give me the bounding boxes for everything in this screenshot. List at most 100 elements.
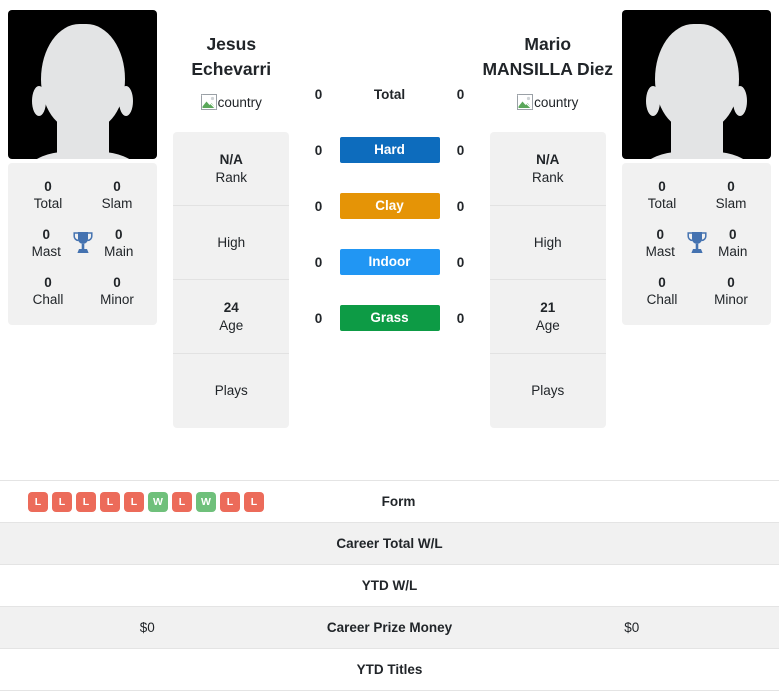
trophy-icon [72, 232, 93, 253]
right-rank-label: Rank [531, 169, 564, 185]
right-country-alt-text: country [534, 94, 579, 110]
right-titles-mast-value: 0 [656, 226, 664, 242]
right-titles-row-3: 0 Chall 0 Minor [622, 267, 771, 315]
surface-left-value-grass: 0 [314, 310, 323, 326]
left-titles-main-value: 0 [114, 226, 123, 242]
form-badge-l[interactable]: L [220, 491, 240, 512]
left-high-label: High [217, 234, 246, 250]
surface-row-grass: 0 Grass 0 [306, 290, 474, 346]
form-badge-l[interactable]: L [76, 491, 96, 512]
surface-right-value-hard: 0 [456, 142, 465, 158]
right-titles-slam-label: Slam [715, 195, 747, 211]
right-titles-total-value: 0 [658, 178, 666, 194]
left-titles-row-2: 0 Mast 0 Main [8, 219, 157, 267]
right-age-label: Age [535, 317, 560, 333]
right-info-panel: N/A Rank High 21 Age Plays [489, 132, 606, 428]
left-form-badges: LLLLLWLWLL [28, 491, 294, 512]
right-rank-cell: N/A Rank [489, 132, 606, 206]
table-label-ytd-titles: YTD Titles [356, 662, 423, 677]
surface-badge-grass[interactable]: Grass [339, 305, 440, 331]
broken-image-icon [517, 94, 534, 110]
right-plays-cell: Plays [490, 354, 606, 428]
left-player-last-name: Echevarri [191, 59, 272, 79]
form-badge-w[interactable]: W [196, 491, 216, 512]
left-titles-chall-value: 0 [44, 274, 52, 290]
right-value-career-prize-money: $0 [624, 620, 640, 635]
avatar-ear-left-shape [32, 86, 46, 116]
right-high-cell: High [489, 206, 606, 280]
surface-left-value-hard: 0 [314, 142, 323, 158]
surface-badge-hard[interactable]: Hard [339, 137, 440, 163]
right-age-value: 21 [540, 299, 556, 315]
left-rank-label: Rank [215, 169, 247, 185]
table-label-form: Form [381, 494, 416, 509]
left-titles-total-value: 0 [44, 178, 52, 194]
right-titles-grid: 0 Total 0 Slam 0 Mast 0 Main 0 Chall 0 M… [622, 163, 771, 325]
form-badge-w[interactable]: W [148, 491, 168, 512]
surface-left-value-total: 0 [314, 86, 323, 102]
right-titles-minor: 0 Minor [705, 274, 757, 309]
table-row-ytd-w-l: YTD W/L [0, 565, 779, 607]
left-player-avatar [8, 10, 157, 159]
table-label-ytd-w-l: YTD W/L [361, 578, 418, 593]
right-titles-minor-value: 0 [727, 274, 735, 290]
right-player-last-name: MANSILLA Diez [482, 59, 614, 79]
surface-row-total: 0 Total 0 [306, 66, 474, 122]
left-titles-minor-label: Minor [100, 291, 134, 307]
left-titles-grid: 0 Total 0 Slam 0 Mast 0 Main 0 Chall 0 M… [8, 163, 157, 325]
right-player-avatar [622, 10, 771, 159]
left-country-flag-broken: country [200, 94, 262, 110]
form-badge-l[interactable]: L [244, 491, 264, 512]
right-titles-main-value: 0 [728, 226, 737, 242]
avatar-ear-right-shape [119, 86, 133, 116]
surface-comparison-column: 0 Total 0 0 Hard 0 0 Clay 0 0 Indoor 0 0 Grass 0 [306, 10, 474, 346]
left-high-cell: High [173, 206, 290, 280]
left-player-photo-card[interactable]: Jesus Echevarri [8, 10, 157, 159]
right-titles-slam-value: 0 [727, 178, 735, 194]
broken-image-icon [200, 94, 217, 110]
right-high-label: High [533, 234, 562, 250]
surface-left-value-clay: 0 [314, 198, 323, 214]
form-badge-l[interactable]: L [28, 491, 48, 512]
surface-badge-clay[interactable]: Clay [339, 193, 440, 219]
right-player-column: Mario MANSILLA Diez 0 Total 0 Slam 0 [622, 10, 771, 325]
left-rank-value: N/A [219, 151, 243, 167]
right-titles-total-label: Total [647, 195, 677, 211]
right-player-first-name: Mario [524, 34, 572, 54]
left-titles-minor: 0 Minor [91, 274, 143, 309]
right-titles-minor-label: Minor [714, 291, 748, 307]
left-titles-chall: 0 Chall [22, 274, 74, 309]
comparison-header: Jesus Echevarri 0 Total 0 Slam 0 [0, 0, 779, 480]
surface-right-value-total: 0 [456, 86, 465, 102]
left-titles-mast-label: Mast [31, 243, 61, 259]
left-plays-cell: Plays [173, 354, 289, 428]
right-age-cell: 21 Age [489, 280, 606, 354]
form-badge-l[interactable]: L [100, 491, 120, 512]
table-row-career-total-w-l: Career Total W/L [0, 523, 779, 565]
right-player-name: Mario MANSILLA Diez [482, 32, 613, 82]
right-titles-total: 0 Total [636, 178, 688, 213]
table-label-career-prize-money: Career Prize Money [326, 620, 453, 635]
left-titles-slam-value: 0 [113, 178, 121, 194]
form-badge-l[interactable]: L [172, 491, 192, 512]
surface-badge-indoor[interactable]: Indoor [339, 249, 440, 275]
left-player-info-column: Jesus Echevarri country N/A Rank High 24… [157, 10, 306, 428]
right-plays-label: Plays [531, 383, 565, 398]
left-player-name: Jesus Echevarri [191, 32, 271, 82]
left-titles-row-1: 0 Total 0 Slam [8, 171, 157, 219]
left-titles-total-label: Total [33, 195, 63, 211]
left-titles-chall-label: Chall [32, 291, 64, 307]
right-player-info-column: Mario MANSILLA Diez country N/A Rank Hig… [474, 10, 623, 428]
left-plays-label: Plays [214, 383, 248, 398]
form-badge-l[interactable]: L [124, 491, 144, 512]
left-titles-total: 0 Total [22, 178, 74, 213]
right-country-flag-broken: country [517, 94, 578, 110]
form-badge-l[interactable]: L [52, 491, 72, 512]
right-player-photo-card[interactable]: Mario MANSILLA Diez [622, 10, 771, 159]
surface-right-value-clay: 0 [456, 198, 465, 214]
left-titles-main: 0 Main [95, 226, 144, 261]
surface-left-value-indoor: 0 [314, 254, 323, 270]
surface-row-clay: 0 Clay 0 [306, 178, 474, 234]
surface-right-value-grass: 0 [456, 310, 465, 326]
left-age-value: 24 [223, 299, 239, 315]
